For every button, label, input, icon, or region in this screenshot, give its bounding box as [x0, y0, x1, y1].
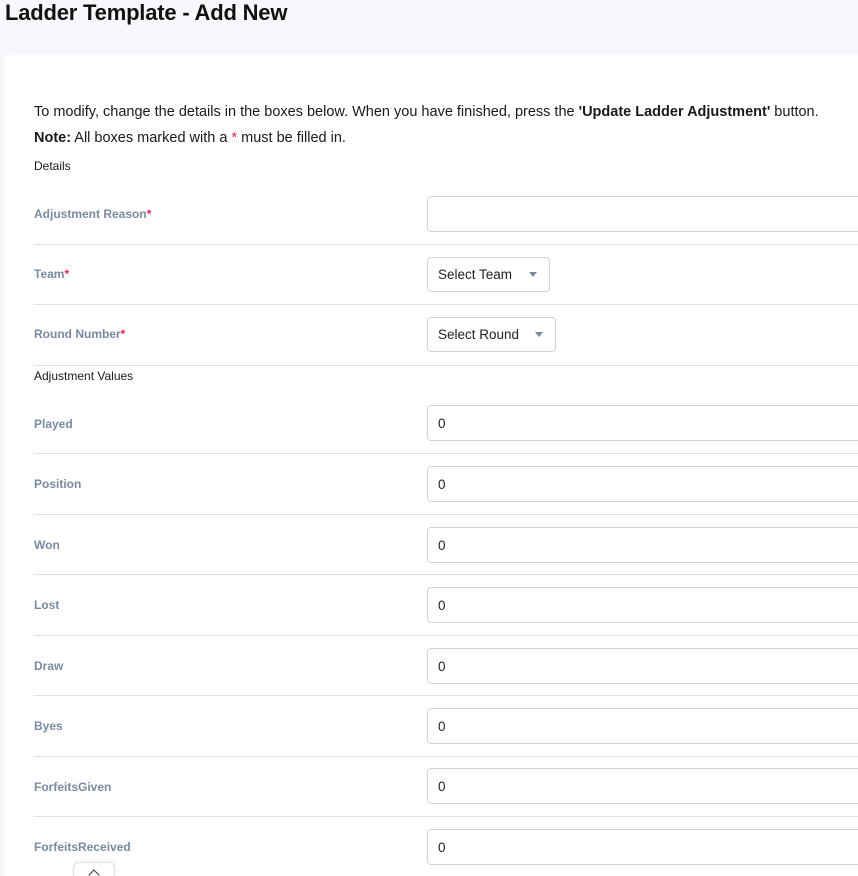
byes-label: Byes — [34, 719, 63, 733]
forfeits-given-label: ForfeitsGiven — [34, 780, 112, 794]
round-select[interactable]: Select Round — [427, 317, 556, 352]
won-label: Won — [34, 538, 60, 552]
won-input[interactable] — [427, 527, 858, 563]
adjustment-reason-input[interactable] — [427, 196, 858, 232]
draw-input[interactable] — [427, 648, 858, 684]
position-input[interactable] — [427, 466, 858, 502]
forfeits-given-input[interactable] — [427, 768, 858, 804]
adjustment-row-position: Position — [34, 454, 858, 515]
required-marker: * — [120, 327, 126, 341]
section-adjustment-values-heading: Adjustment Values — [34, 369, 134, 383]
forfeits-received-input[interactable] — [427, 829, 858, 865]
page-title: Ladder Template - Add New — [5, 0, 288, 25]
adjustment-row-forfeits-received: ForfeitsReceived — [34, 817, 858, 876]
round-number-row: Round Number* Select Round — [34, 305, 858, 365]
adjustment-row-forfeits-given: ForfeitsGiven — [34, 757, 858, 817]
adjustment-row-draw: Draw — [34, 636, 858, 696]
team-label: Team* — [34, 267, 70, 281]
required-marker: * — [146, 207, 152, 221]
forfeits-received-label: ForfeitsReceived — [34, 840, 131, 854]
form-instructions: To modify, change the details in the box… — [34, 99, 819, 151]
lost-input[interactable] — [427, 587, 858, 623]
divider — [34, 365, 858, 366]
byes-input[interactable] — [427, 708, 858, 744]
caret-down-icon — [535, 332, 543, 337]
adjustment-row-won: Won — [34, 515, 858, 575]
draw-label: Draw — [34, 659, 64, 673]
adjustment-row-byes: Byes — [34, 696, 858, 757]
adjustment-row-played: Played — [34, 394, 858, 454]
round-number-label: Round Number* — [34, 327, 126, 341]
chevron-up-icon — [88, 869, 100, 876]
instructions-line: To modify, change the details in the box… — [34, 104, 819, 120]
played-input[interactable] — [427, 405, 858, 441]
caret-down-icon — [529, 272, 537, 277]
required-marker: * — [64, 267, 70, 281]
position-label: Position — [34, 477, 82, 491]
section-details-heading: Details — [34, 159, 71, 173]
team-select[interactable]: Select Team — [427, 257, 550, 292]
scroll-to-top-button[interactable] — [73, 862, 115, 876]
played-label: Played — [34, 417, 73, 431]
team-row: Team* Select Team — [34, 245, 858, 305]
adjustment-reason-row: Adjustment Reason* — [34, 188, 858, 245]
adjustment-row-lost: Lost — [34, 575, 858, 636]
adjustment-reason-label: Adjustment Reason* — [34, 207, 152, 221]
lost-label: Lost — [34, 598, 60, 612]
update-button-reference: 'Update Ladder Adjustment' — [578, 104, 771, 120]
required-note: Note: All boxes marked with a * must be … — [34, 130, 346, 146]
